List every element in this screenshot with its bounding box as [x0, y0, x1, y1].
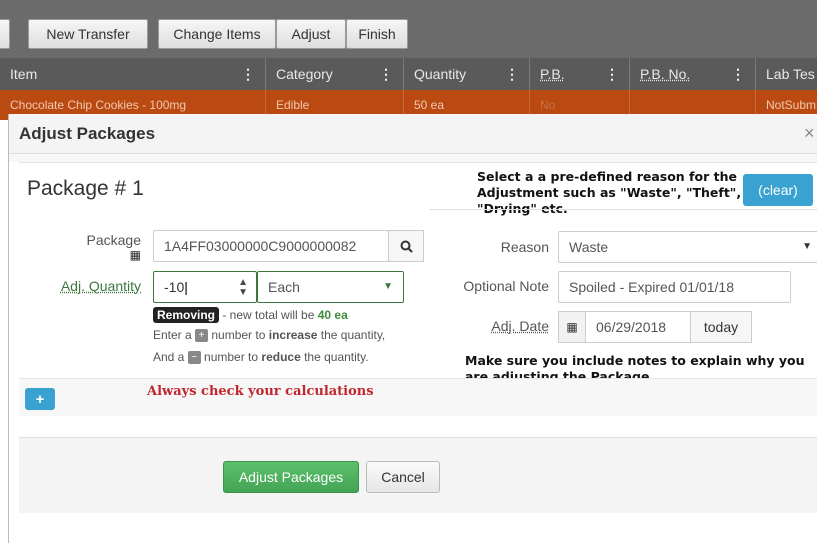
plus-icon: +: [195, 329, 209, 343]
grid-header: Item ⋮ Category ⋮ Quantity ⋮ P.B. ⋮ P.B. No.…: [0, 58, 817, 90]
column-lab-test-label: Lab Tes: [766, 66, 815, 82]
hint1-pre: Enter a: [153, 328, 196, 342]
hint1-bold: increase: [268, 328, 318, 342]
column-menu-icon[interactable]: ⋮: [379, 58, 393, 90]
hint1-mid: number to: [208, 328, 269, 342]
package-input[interactable]: 1A4FF03000000C9000000082: [153, 230, 389, 262]
column-menu-icon[interactable]: ⋮: [241, 58, 255, 90]
column-category[interactable]: Category ⋮: [266, 58, 404, 90]
calculations-annotation: Always check your calculations: [147, 384, 374, 399]
reason-annotation-line2: Adjustment such as "Waste", "Theft",: [477, 185, 742, 200]
new-total-text: - new total will be: [219, 308, 318, 322]
package-panel-footer: + Always check your calculations: [19, 378, 817, 416]
grid-icon: ▦: [129, 248, 141, 262]
adjust-packages-button[interactable]: Adjust Packages: [223, 461, 359, 493]
column-item[interactable]: Item ⋮: [0, 58, 266, 90]
hint1-post: the quantity,: [317, 328, 386, 342]
minus-icon: −: [187, 351, 201, 365]
reason-label: Reason: [500, 239, 549, 255]
optional-note-label: Optional Note: [463, 278, 549, 294]
column-category-label: Category: [276, 66, 333, 82]
text-cursor: |: [184, 279, 188, 295]
change-items-button[interactable]: Change Items: [158, 19, 276, 49]
finish-button[interactable]: Finish: [346, 19, 408, 49]
unit-select[interactable]: Each ▼: [257, 271, 404, 303]
adj-quantity-label-text: Adj. Quantity: [60, 278, 141, 294]
chevron-down-icon: ▼: [802, 241, 812, 252]
add-package-button[interactable]: +: [25, 388, 55, 410]
column-pb-label: P.B.: [540, 66, 565, 82]
cancel-button[interactable]: Cancel: [366, 461, 440, 493]
modal-header: Adjust Packages ×: [9, 114, 817, 154]
adj-date-input[interactable]: 06/29/2018: [585, 311, 691, 343]
adjust-button[interactable]: Adjust: [276, 19, 346, 49]
adj-quantity-input[interactable]: -10| ▲ ▼: [153, 271, 257, 303]
unit-value: Each: [268, 279, 300, 295]
divider: [429, 209, 817, 210]
modal-body-top: [9, 154, 817, 162]
column-pb-no-label: P.B. No.: [640, 66, 691, 82]
modal-title: Adjust Packages: [19, 124, 156, 143]
hint2-bold: reduce: [261, 350, 301, 364]
column-pb[interactable]: P.B. ⋮: [530, 58, 630, 90]
adj-date-label-text: Adj. Date: [491, 318, 549, 334]
adj-quantity-label: Adj. Quantity: [29, 278, 141, 294]
column-menu-icon[interactable]: ⋮: [505, 58, 519, 90]
package-search-button[interactable]: [388, 230, 424, 262]
calendar-icon: ▦: [566, 320, 578, 334]
reason-annotation-line1: Select a a pre-defined reason for the: [477, 169, 737, 184]
new-total-hint: Removing - new total will be 40 ea: [153, 307, 348, 323]
plus-icon: +: [35, 390, 45, 408]
package-label: Package ▦: [59, 233, 141, 262]
new-total-value: 40 ea: [317, 308, 348, 322]
optional-note-input[interactable]: Spoiled - Expired 01/01/18: [558, 271, 791, 303]
hint2-mid: number to: [200, 350, 262, 364]
chevron-down-icon: ▼: [383, 281, 393, 292]
app-toolbar: New Transfer Change Items Adjust Finish: [0, 0, 817, 58]
calendar-button[interactable]: ▦: [558, 311, 586, 343]
clear-button[interactable]: (clear): [743, 174, 813, 206]
column-pb-no[interactable]: P.B. No. ⋮: [630, 58, 756, 90]
removing-badge: Removing: [153, 307, 220, 323]
hint2-pre: And a: [153, 350, 188, 364]
reason-value: Waste: [569, 239, 609, 255]
column-quantity[interactable]: Quantity ⋮: [404, 58, 530, 90]
reason-select[interactable]: Waste ▼: [558, 231, 817, 263]
package-title: Package # 1: [27, 177, 144, 200]
reduce-hint: And a − number to reduce the quantity.: [153, 350, 369, 365]
column-lab-test[interactable]: Lab Tes: [756, 58, 817, 90]
column-item-label: Item: [10, 66, 38, 82]
hint2-post: the quantity.: [300, 350, 369, 364]
column-quantity-label: Quantity: [414, 66, 467, 82]
modal-footer: Adjust Packages Cancel: [19, 437, 817, 513]
column-menu-icon[interactable]: ⋮: [605, 58, 619, 90]
adj-date-label: Adj. Date: [439, 318, 549, 334]
adj-quantity-value: -10: [164, 279, 185, 295]
search-icon: [400, 240, 413, 253]
toolbar-left-edge-button[interactable]: [0, 19, 10, 49]
new-transfer-button[interactable]: New Transfer: [28, 19, 148, 49]
increase-hint: Enter a + number to increase the quantit…: [153, 328, 386, 343]
column-menu-icon[interactable]: ⋮: [731, 58, 745, 90]
today-button[interactable]: today: [690, 311, 752, 343]
stepper-icon[interactable]: ▲ ▼: [238, 272, 248, 298]
notes-annotation-line1: Make sure you include notes to explain w…: [465, 353, 805, 368]
adjust-packages-modal: Adjust Packages × Package # 1 Package ▦ …: [8, 114, 817, 543]
package-label-text: Package: [86, 232, 141, 248]
close-icon[interactable]: ×: [804, 123, 817, 144]
